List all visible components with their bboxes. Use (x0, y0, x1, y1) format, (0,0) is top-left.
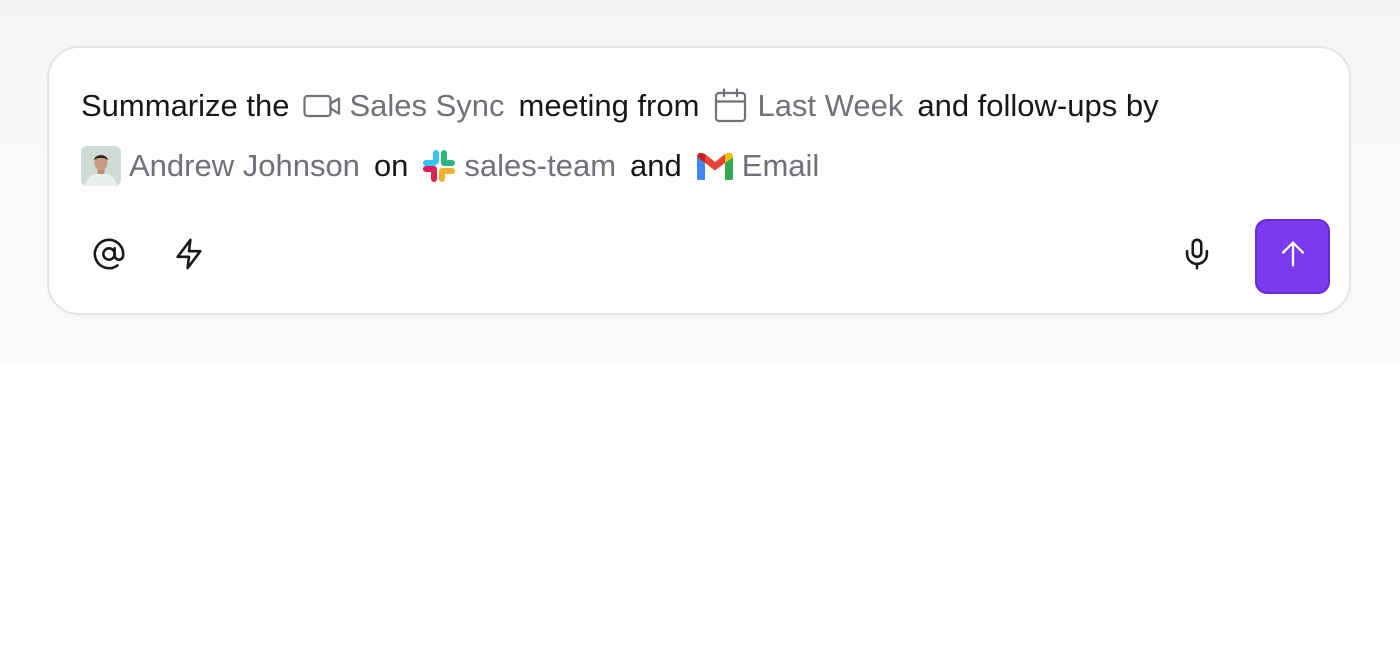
slack-channel-label: sales-team (464, 148, 617, 183)
arrow-up-icon (1276, 237, 1310, 276)
person-mention-chip[interactable]: Andrew Johnson (81, 146, 360, 186)
shortcuts-button[interactable] (161, 228, 217, 284)
date-mention-chip[interactable]: Last Week (713, 88, 903, 124)
prompt-line-1: Summarize the Sales Sync meeting from La… (81, 84, 1173, 128)
slack-channel-mention-chip[interactable]: sales-team (422, 148, 616, 184)
mention-button[interactable] (81, 228, 137, 284)
avatar (81, 146, 121, 186)
prompt-text: and follow-ups by (917, 88, 1159, 123)
prompt-line-2: Andrew Johnson on sales-team and Email (81, 144, 833, 188)
prompt-text: Summarize the (81, 88, 290, 123)
person-mention-label: Andrew Johnson (129, 148, 360, 183)
send-button[interactable] (1255, 219, 1330, 294)
email-mention-chip[interactable]: Email (696, 148, 820, 184)
calendar-icon (713, 88, 749, 124)
meeting-mention-label: Sales Sync (349, 88, 505, 123)
video-camera-icon (303, 93, 341, 119)
prompt-composer[interactable]: Summarize the Sales Sync meeting from La… (47, 46, 1351, 315)
prompt-text: on (373, 148, 409, 183)
prompt-text: meeting from (518, 88, 700, 123)
slack-icon (422, 149, 456, 183)
date-mention-label: Last Week (757, 88, 904, 123)
at-sign-icon (92, 237, 126, 276)
voice-input-button[interactable] (1169, 228, 1225, 284)
prompt-text: and (630, 148, 682, 183)
microphone-icon (1180, 237, 1214, 276)
meeting-mention-chip[interactable]: Sales Sync (303, 88, 505, 124)
email-mention-label: Email (741, 148, 820, 183)
lightning-bolt-icon (172, 237, 206, 276)
gmail-icon (696, 151, 734, 181)
